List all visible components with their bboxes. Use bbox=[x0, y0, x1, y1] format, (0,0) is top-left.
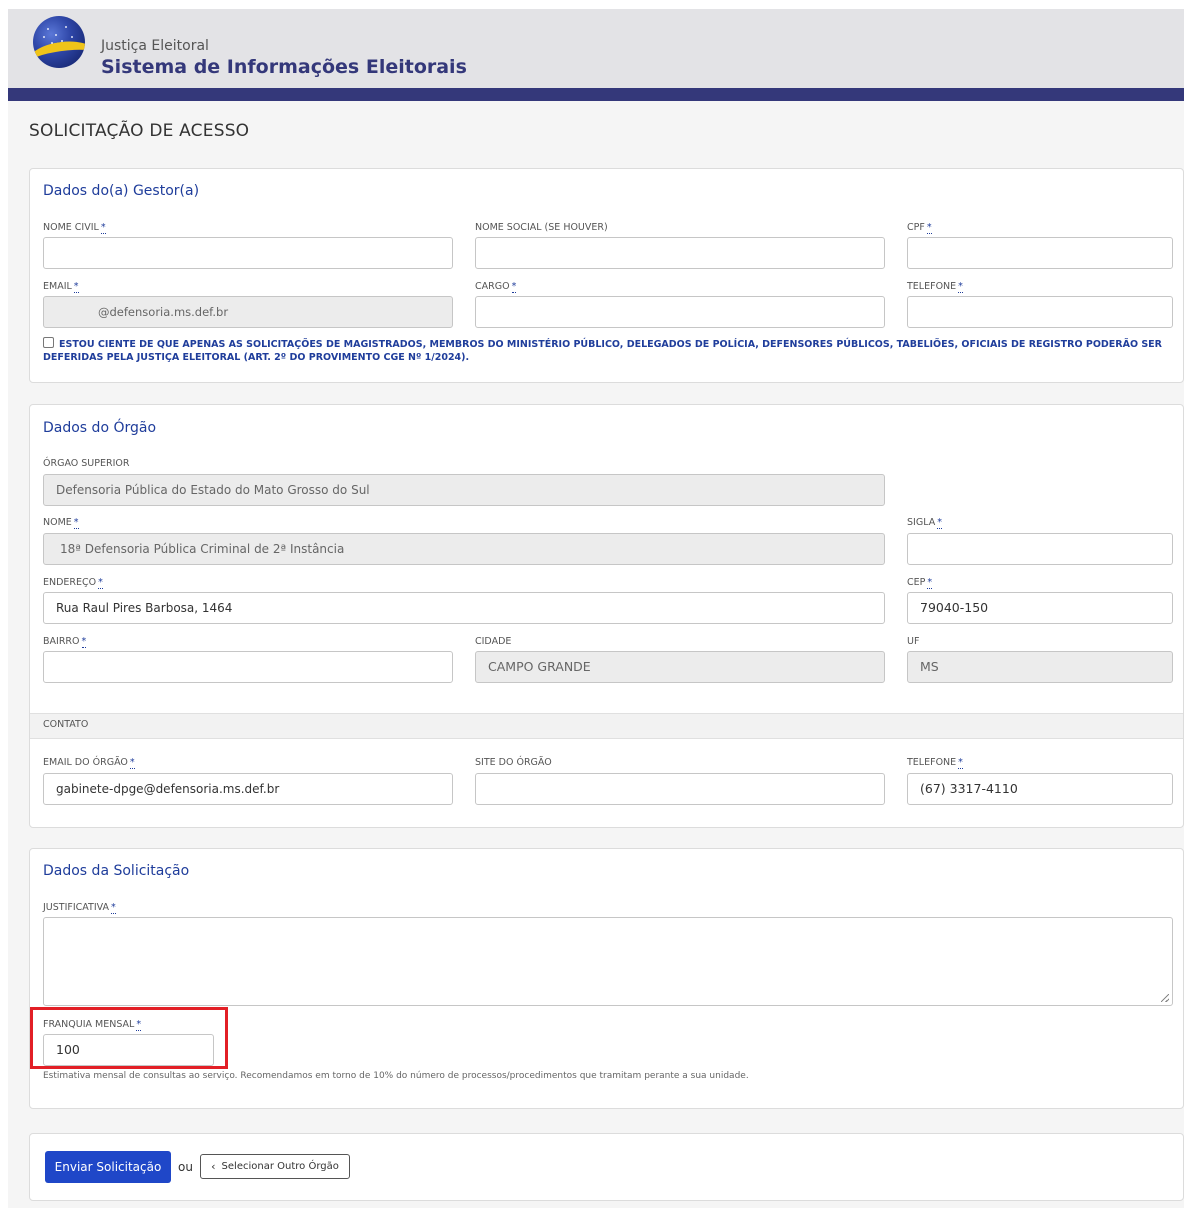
cidade-input[interactable]: CAMPO GRANDE bbox=[475, 651, 885, 683]
nome-orgao-input[interactable]: 18ª Defensoria Pública Criminal de 2ª In… bbox=[43, 533, 885, 565]
ciente-notice: ESTOU CIENTE DE QUE APENAS AS SOLICITAÇÕ… bbox=[43, 337, 1175, 364]
nome-social-label: NOME SOCIAL (SE HOUVER) bbox=[475, 222, 608, 233]
endereco-input[interactable]: Rua Raul Pires Barbosa, 1464 bbox=[43, 592, 885, 624]
orgao-superior-input[interactable]: Defensoria Pública do Estado do Mato Gro… bbox=[43, 474, 885, 506]
selecionar-outro-orgao-button[interactable]: ‹ Selecionar Outro Órgão bbox=[200, 1154, 350, 1179]
email-orgao-label: EMAIL DO ÓRGÃO * bbox=[43, 757, 135, 769]
justificativa-textarea[interactable] bbox=[43, 917, 1173, 1006]
cpf-input[interactable] bbox=[907, 237, 1173, 269]
email-input[interactable]: @defensoria.ms.def.br bbox=[43, 296, 453, 328]
telefone-gestor-label: TELEFONE * bbox=[907, 281, 963, 293]
cpf-label: CPF * bbox=[907, 222, 932, 234]
chevron-left-icon: ‹ bbox=[211, 1160, 216, 1173]
app-header: Justiça Eleitoral Sistema de Informações… bbox=[8, 9, 1184, 101]
enviar-solicitacao-button[interactable]: Enviar Solicitação bbox=[45, 1151, 171, 1183]
uf-label: UF bbox=[907, 636, 920, 647]
resize-grip-icon[interactable] bbox=[1161, 994, 1169, 1002]
sigla-label: SIGLA * bbox=[907, 517, 942, 529]
email-orgao-input[interactable]: gabinete-dpge@defensoria.ms.def.br bbox=[43, 773, 453, 805]
franquia-input[interactable]: 100 bbox=[43, 1034, 214, 1066]
header-accent-bar bbox=[8, 88, 1184, 101]
solicitacao-section-title: Dados da Solicitação bbox=[43, 863, 190, 879]
nome-civil-input[interactable] bbox=[43, 237, 453, 269]
contato-label: CONTATO bbox=[43, 719, 89, 730]
sigla-input[interactable] bbox=[907, 533, 1173, 565]
justica-eleitoral-logo-icon[interactable] bbox=[33, 16, 85, 68]
orgao-section-title: Dados do Órgão bbox=[43, 420, 157, 436]
endereco-label: ENDEREÇO * bbox=[43, 577, 103, 589]
telefone-orgao-label: TELEFONE * bbox=[907, 757, 963, 769]
site-orgao-input[interactable] bbox=[475, 773, 885, 805]
ciente-checkbox[interactable] bbox=[43, 337, 54, 348]
contato-band bbox=[30, 713, 1183, 739]
site-orgao-label: SITE DO ÓRGÃO bbox=[475, 757, 552, 768]
telefone-orgao-input[interactable]: (67) 3317-4110 bbox=[907, 773, 1173, 805]
orgao-superior-label: ÓRGAO SUPERIOR bbox=[43, 458, 130, 469]
ciente-notice-text: ESTOU CIENTE DE QUE APENAS AS SOLICITAÇÕ… bbox=[43, 339, 1162, 363]
selecionar-outro-orgao-label: Selecionar Outro Órgão bbox=[221, 1161, 339, 1172]
bairro-label: BAIRRO * bbox=[43, 636, 87, 648]
brand-title[interactable]: Sistema de Informações Eleitorais bbox=[101, 56, 467, 78]
justificativa-label: JUSTIFICATIVA * bbox=[43, 902, 116, 914]
cep-input[interactable]: 79040-150 bbox=[907, 592, 1173, 624]
brand-subtitle: Justiça Eleitoral bbox=[101, 38, 209, 54]
bairro-input[interactable] bbox=[43, 651, 453, 683]
cidade-label: CIDADE bbox=[475, 636, 512, 647]
nome-civil-label: NOME CIVIL * bbox=[43, 222, 106, 234]
nome-social-input[interactable] bbox=[475, 237, 885, 269]
franquia-label: FRANQUIA MENSAL * bbox=[43, 1019, 142, 1031]
telefone-gestor-input[interactable] bbox=[907, 296, 1173, 328]
franquia-hint: Estimativa mensal de consultas ao serviç… bbox=[43, 1071, 749, 1081]
cargo-input[interactable] bbox=[475, 296, 885, 328]
cep-label: CEP * bbox=[907, 577, 933, 589]
email-label: EMAIL * bbox=[43, 281, 79, 293]
nome-orgao-label: NOME * bbox=[43, 517, 79, 529]
or-separator: ou bbox=[178, 1160, 193, 1174]
page-title: SOLICITAÇÃO DE ACESSO bbox=[29, 121, 250, 141]
gestor-section-title: Dados do(a) Gestor(a) bbox=[43, 183, 200, 199]
cargo-label: CARGO * bbox=[475, 281, 517, 293]
uf-input[interactable]: MS bbox=[907, 651, 1173, 683]
